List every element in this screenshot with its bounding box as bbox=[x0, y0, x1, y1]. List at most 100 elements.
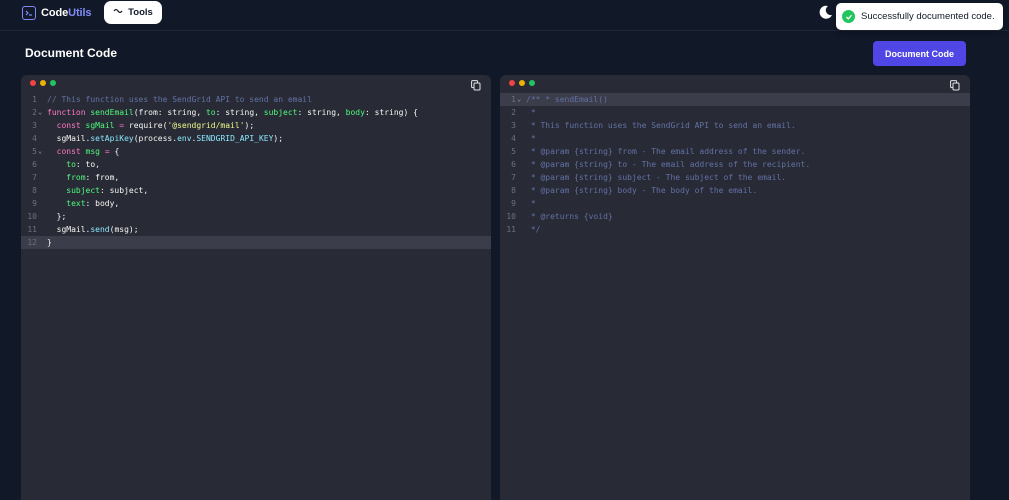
line-text: const msg = { bbox=[47, 145, 120, 158]
line-number: 4 bbox=[511, 134, 516, 143]
code-line[interactable]: 8 subject: subject, bbox=[21, 184, 491, 197]
code-line[interactable]: 10 * @returns {void} bbox=[500, 210, 970, 223]
line-number: 3 bbox=[511, 121, 516, 130]
code-token: = bbox=[114, 121, 129, 130]
code-token: * bbox=[526, 199, 536, 208]
code-token: * @param {string} from - The email addre… bbox=[526, 147, 806, 156]
code-line[interactable]: 6 * @param {string} to - The email addre… bbox=[500, 158, 970, 171]
code-line[interactable]: 2 ⌄ function sendEmail(from: string, to: s… bbox=[21, 106, 491, 119]
line-number: 1 bbox=[511, 95, 516, 104]
code-line[interactable]: 6 to: to, bbox=[21, 158, 491, 171]
code-token: (from: string, bbox=[133, 108, 206, 117]
line-number: 7 bbox=[511, 173, 516, 182]
code-line[interactable]: 5 * @param {string} from - The email add… bbox=[500, 145, 970, 158]
code-token: : subject, bbox=[99, 186, 149, 195]
code-token: SENDGRID_API_KEY bbox=[196, 134, 274, 143]
code-line[interactable]: 3 const sgMail = require('@sendgrid/mail… bbox=[21, 119, 491, 132]
code-line[interactable]: 12} bbox=[21, 236, 491, 249]
line-text: * bbox=[526, 106, 536, 119]
code-token: : string, bbox=[215, 108, 264, 117]
fold-chevron-icon[interactable]: ⌄ bbox=[517, 93, 521, 106]
code-token: * bbox=[526, 108, 536, 117]
code-token: from bbox=[47, 173, 86, 182]
minimize-dot bbox=[519, 80, 525, 86]
fold-chevron-icon[interactable]: ⌄ bbox=[38, 145, 42, 158]
logo-icon bbox=[22, 6, 36, 20]
line-number: 6 bbox=[32, 160, 37, 169]
line-text: from: from, bbox=[47, 171, 119, 184]
editor-titlebar bbox=[500, 75, 970, 93]
code-token: * bbox=[526, 134, 536, 143]
logo[interactable]: CodeUtils bbox=[22, 5, 92, 21]
line-number: 6 bbox=[511, 160, 516, 169]
line-number: 7 bbox=[32, 173, 37, 182]
code-token: body bbox=[345, 108, 365, 117]
copy-icon[interactable] bbox=[950, 78, 960, 91]
maximize-dot bbox=[50, 80, 56, 86]
code-token: sendEmail bbox=[90, 108, 134, 117]
code-token: * @param {string} body - The body of the… bbox=[526, 186, 758, 195]
fold-chevron-icon[interactable]: ⌄ bbox=[38, 106, 42, 119]
code-line[interactable]: 9 text: body, bbox=[21, 197, 491, 210]
copy-icon[interactable] bbox=[471, 78, 481, 91]
line-text: * bbox=[526, 197, 536, 210]
code-token: const bbox=[47, 121, 81, 130]
line-text: * bbox=[526, 132, 536, 145]
tools-button[interactable]: Tools bbox=[104, 1, 162, 24]
code-token: (msg); bbox=[109, 225, 139, 234]
line-number: 8 bbox=[511, 186, 516, 195]
code-line[interactable]: 3 * This function uses the SendGrid API … bbox=[500, 119, 970, 132]
code-token: } bbox=[47, 238, 52, 247]
document-code-button[interactable]: Document Code bbox=[873, 41, 966, 66]
code-token: // This function uses the SendGrid API t… bbox=[47, 95, 312, 104]
code-line[interactable]: 9 * bbox=[500, 197, 970, 210]
line-text: }; bbox=[47, 210, 67, 223]
code-line[interactable]: 8 * @param {string} body - The body of t… bbox=[500, 184, 970, 197]
code-token: */ bbox=[526, 225, 541, 234]
code-token: * @param {string} subject - The subject … bbox=[526, 173, 787, 182]
editor-titlebar bbox=[21, 75, 491, 93]
line-number: 9 bbox=[32, 199, 37, 208]
logo-text-code: Code bbox=[41, 7, 69, 19]
window-dots bbox=[30, 80, 56, 86]
code-line[interactable]: 11 sgMail.send(msg); bbox=[21, 223, 491, 236]
code-line[interactable]: 4 * bbox=[500, 132, 970, 145]
output-code-lines[interactable]: 1 ⌄/** * sendEmail() 2 * 3 * This function … bbox=[500, 93, 970, 236]
code-line[interactable]: 4 sgMail.setApiKey(process.env.SENDGRID_… bbox=[21, 132, 491, 145]
line-number: 2 bbox=[511, 108, 516, 117]
input-code-lines[interactable]: 1 // This function uses the SendGrid API … bbox=[21, 93, 491, 249]
moon-icon[interactable] bbox=[818, 4, 834, 20]
code-token: : from, bbox=[85, 173, 120, 182]
line-number: 11 bbox=[27, 225, 37, 234]
line-text: function sendEmail(from: string, to: str… bbox=[47, 106, 418, 119]
line-text: * @param {string} from - The email addre… bbox=[526, 145, 806, 158]
code-line[interactable]: 7 from: from, bbox=[21, 171, 491, 184]
line-text: /** * sendEmail() bbox=[526, 93, 608, 106]
code-token: const bbox=[47, 147, 81, 156]
code-line[interactable]: 2 * bbox=[500, 106, 970, 119]
code-token: }; bbox=[47, 212, 67, 221]
input-code-editor[interactable]: 1 // This function uses the SendGrid API … bbox=[21, 75, 491, 500]
code-token: text bbox=[47, 199, 86, 208]
code-line[interactable]: 1 // This function uses the SendGrid API … bbox=[21, 93, 491, 106]
code-line[interactable]: 7 * @param {string} subject - The subjec… bbox=[500, 171, 970, 184]
code-line[interactable]: 11 */ bbox=[500, 223, 970, 236]
line-text: // This function uses the SendGrid API t… bbox=[47, 93, 312, 106]
output-code-editor[interactable]: 1 ⌄/** * sendEmail() 2 * 3 * This function … bbox=[500, 75, 970, 500]
code-line[interactable]: 1 ⌄ /** * sendEmail() bbox=[500, 93, 970, 106]
code-token: sgMail. bbox=[47, 134, 91, 143]
code-token: to bbox=[47, 160, 76, 169]
line-number: 12 bbox=[27, 238, 37, 247]
line-number: 1 bbox=[32, 95, 37, 104]
code-token: * This function uses the SendGrid API to… bbox=[526, 121, 796, 130]
line-text: * @param {string} to - The email address… bbox=[526, 158, 810, 171]
code-line[interactable]: 10 }; bbox=[21, 210, 491, 223]
line-text: * @returns {void} bbox=[526, 210, 613, 223]
code-token: sgMail. bbox=[47, 225, 91, 234]
line-number: 10 bbox=[506, 212, 516, 221]
code-line[interactable]: 5 ⌄ const msg = { bbox=[21, 145, 491, 158]
line-number: 11 bbox=[506, 225, 516, 234]
line-text: * @param {string} subject - The subject … bbox=[526, 171, 786, 184]
code-token: to bbox=[205, 108, 216, 117]
code-token: function bbox=[47, 108, 86, 117]
